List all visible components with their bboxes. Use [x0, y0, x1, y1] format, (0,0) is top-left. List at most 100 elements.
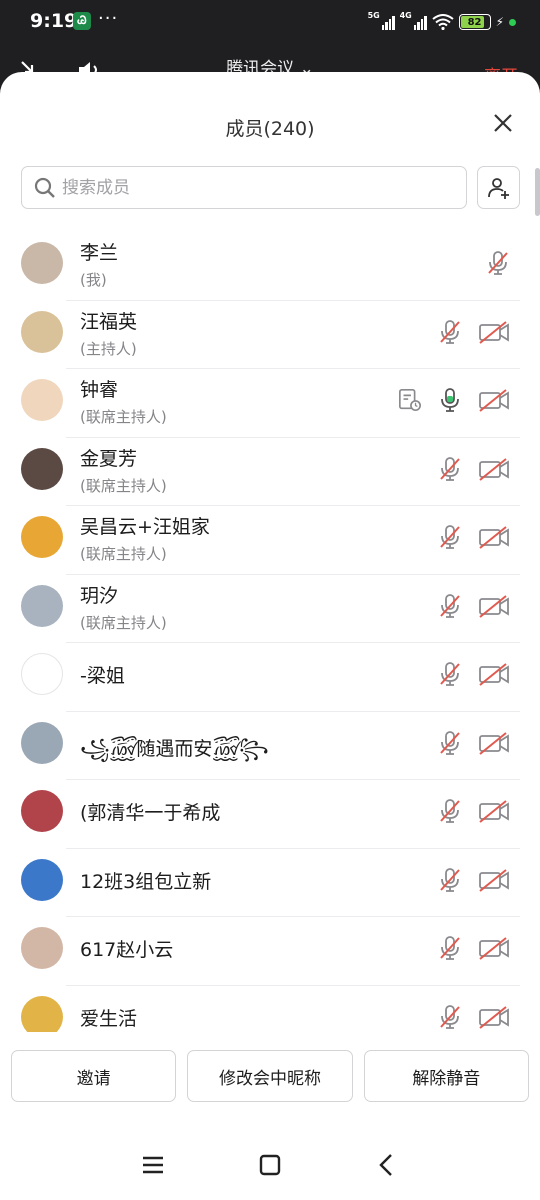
- back-icon[interactable]: [372, 1150, 402, 1180]
- member-role: (联席主持人): [80, 408, 167, 426]
- microphone-muted-icon[interactable]: [438, 935, 462, 961]
- camera-off-icon[interactable]: [478, 387, 510, 413]
- member-row[interactable]: 爱生活: [0, 986, 540, 1032]
- invite-button[interactable]: 邀请: [11, 1050, 177, 1102]
- signal-5g-icon: 5G: [368, 11, 395, 30]
- avatar: [21, 790, 63, 832]
- close-icon[interactable]: [492, 112, 514, 134]
- microphone-muted-icon[interactable]: [438, 593, 462, 619]
- camera-off-icon[interactable]: [478, 935, 510, 961]
- member-row[interactable]: ꧁꫞随遇而安꫞꧂: [0, 712, 540, 780]
- member-role: (联席主持人): [80, 476, 167, 495]
- microphone-icon[interactable]: [438, 387, 462, 413]
- member-name: 玥汐: [80, 584, 119, 607]
- member-role: (我): [80, 271, 107, 289]
- member-status-icons: [438, 456, 510, 482]
- member-status-icons: [438, 593, 510, 619]
- add-member-button[interactable]: [477, 166, 520, 209]
- avatar: [21, 653, 63, 695]
- microphone-muted-icon[interactable]: [438, 798, 462, 824]
- search-icon: [34, 177, 55, 198]
- camera-off-icon[interactable]: [478, 524, 510, 550]
- microphone-muted-icon[interactable]: [438, 524, 462, 550]
- battery-level: 82: [467, 16, 482, 28]
- member-row[interactable]: 617赵小云: [0, 917, 540, 986]
- action-bar: 邀请 修改会中昵称 解除静音: [11, 1050, 529, 1102]
- microphone-muted-icon[interactable]: [438, 1004, 462, 1030]
- member-status-icons: [438, 319, 510, 345]
- signal-4g-icon: 4G: [400, 11, 427, 30]
- member-status-icons: [486, 250, 510, 276]
- search-input[interactable]: [62, 177, 442, 198]
- member-name: 李兰: [80, 242, 119, 264]
- member-row[interactable]: -梁姐: [0, 643, 540, 712]
- member-status-icons: [438, 730, 510, 756]
- member-status-icons: [398, 387, 510, 413]
- avatar: [21, 379, 63, 421]
- status-time: 9:19: [30, 10, 78, 32]
- camera-off-icon[interactable]: [478, 1004, 510, 1030]
- member-role: (主持人): [80, 339, 137, 358]
- member-name: 爱生活: [80, 1007, 138, 1030]
- menu-icon[interactable]: [138, 1150, 168, 1180]
- microphone-muted-icon[interactable]: [486, 250, 510, 276]
- camera-off-icon[interactable]: [478, 798, 510, 824]
- charging-icon: ⚡: [495, 15, 504, 29]
- member-name: (郭清华一于希成: [80, 802, 221, 824]
- avatar: [21, 516, 63, 558]
- camera-off-icon[interactable]: [478, 456, 510, 482]
- member-row[interactable]: 钟睿 (联席主持人): [0, 369, 540, 438]
- home-icon[interactable]: [255, 1150, 285, 1180]
- member-row[interactable]: 李兰 (我): [0, 232, 540, 301]
- member-row[interactable]: 汪福英 (主持人): [0, 301, 540, 369]
- microphone-muted-icon[interactable]: [438, 319, 462, 345]
- member-role: (联席主持人): [80, 545, 167, 563]
- privacy-dot-icon: [509, 18, 516, 26]
- member-row[interactable]: (郭清华一于希成: [0, 780, 540, 849]
- camera-off-icon[interactable]: [478, 867, 510, 893]
- member-role: (联席主持人): [80, 613, 167, 632]
- system-nav-bar: [0, 1130, 540, 1200]
- avatar: [21, 995, 63, 1032]
- member-name: ꧁꫞随遇而安꫞꧂: [80, 737, 269, 760]
- member-status-icons: [438, 1004, 510, 1030]
- member-name: 吴昌云+汪姐家: [80, 516, 210, 538]
- avatar: [21, 310, 63, 353]
- avatar: [21, 858, 63, 901]
- member-row[interactable]: 玥汐 (联席主持人): [0, 575, 540, 643]
- member-name: 12班3组包立新: [80, 870, 212, 893]
- status-bar: 9:19 Ꮚ ··· 5G 4G 82 ⚡: [0, 0, 540, 44]
- member-row[interactable]: 金夏芳 (联席主持人): [0, 438, 540, 506]
- battery-icon: 82: [458, 14, 491, 30]
- member-status-icons: [438, 798, 510, 824]
- member-status-icons: [438, 867, 510, 893]
- scrollbar[interactable]: [535, 168, 540, 216]
- member-status-icons: [438, 524, 510, 550]
- member-row[interactable]: 吴昌云+汪姐家 (联席主持人): [0, 506, 540, 575]
- member-row[interactable]: 12班3组包立新: [0, 849, 540, 917]
- member-name: 617赵小云: [80, 939, 174, 961]
- microphone-muted-icon[interactable]: [438, 456, 462, 482]
- member-name: 汪福英: [80, 310, 138, 333]
- shared-doc-icon[interactable]: [398, 387, 422, 413]
- search-field[interactable]: [21, 166, 467, 209]
- member-list[interactable]: 李兰 (我) 汪福英 (主持人) 钟睿 (联席主持人) 金夏芳 (联席主持人) 吴昌云+汪姐家 (…: [0, 232, 540, 1032]
- members-sheet: 成员(240) 李兰 (我) 汪福英 (主持人) 钟睿 (联席主持人) 金夏芳 (联席主持人)…: [0, 72, 540, 1200]
- wifi-icon: [431, 14, 454, 30]
- rename-button[interactable]: 修改会中昵称: [187, 1050, 353, 1102]
- unmute-all-button[interactable]: 解除静音: [363, 1050, 529, 1102]
- app-notification-icon: Ꮚ: [73, 12, 91, 30]
- more-notifications-icon: ···: [98, 8, 119, 29]
- avatar: [21, 721, 63, 764]
- camera-off-icon[interactable]: [478, 730, 510, 756]
- sheet-title: 成员(240): [225, 118, 315, 140]
- avatar: [21, 447, 63, 490]
- camera-off-icon[interactable]: [478, 661, 510, 687]
- add-user-icon: [487, 177, 509, 199]
- camera-off-icon[interactable]: [478, 319, 510, 345]
- microphone-muted-icon[interactable]: [438, 867, 462, 893]
- camera-off-icon[interactable]: [478, 593, 510, 619]
- microphone-muted-icon[interactable]: [438, 661, 462, 687]
- avatar: [21, 927, 63, 969]
- microphone-muted-icon[interactable]: [438, 730, 462, 756]
